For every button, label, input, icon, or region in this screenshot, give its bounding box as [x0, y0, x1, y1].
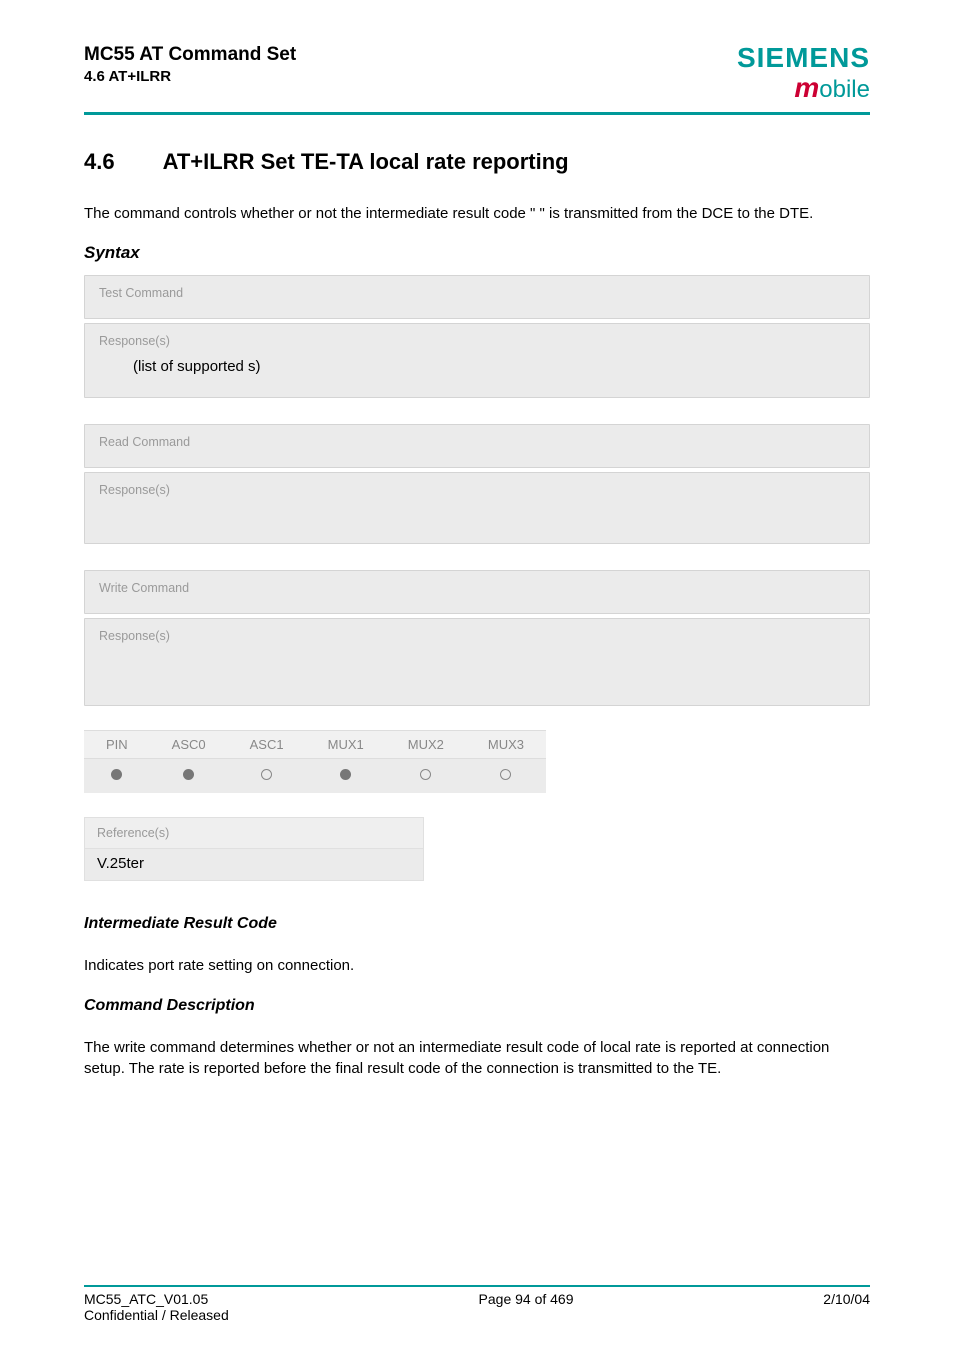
doc-title: MC55 AT Command Set	[84, 44, 296, 66]
col-asc0: ASC0	[150, 730, 228, 759]
col-asc1: ASC1	[228, 730, 306, 759]
dot-empty-icon	[500, 769, 511, 780]
reference-label: Reference(s)	[84, 817, 424, 849]
support-dot-row	[84, 759, 546, 793]
dot-fill-icon	[111, 769, 122, 780]
dot-empty-icon	[261, 769, 272, 780]
page-footer: MC55_ATC_V01.05 Confidential / Released …	[84, 1285, 870, 1323]
panel-write-response: Response(s)	[84, 618, 870, 706]
col-mux3: MUX3	[466, 730, 546, 759]
footer-right: 2/10/04	[823, 1291, 870, 1323]
panel-label-write-resp: Response(s)	[85, 619, 869, 705]
support-header-row: PIN ASC0 ASC1 MUX1 MUX2 MUX3	[84, 730, 546, 759]
header-left: MC55 AT Command Set 4.6 AT+ILRR	[84, 44, 296, 85]
doc-subtitle: 4.6 AT+ILRR	[84, 68, 296, 85]
dot-asc0	[150, 759, 228, 793]
panel-body-test-resp: (list of supported s)	[85, 350, 869, 397]
panel-label-test: Test Command	[85, 276, 869, 318]
support-table: PIN ASC0 ASC1 MUX1 MUX2 MUX3	[84, 730, 870, 793]
reference-body: V.25ter	[84, 849, 424, 881]
panel-test-command: Test Command	[84, 275, 870, 319]
cmddesc-body: The write command determines whether or …	[84, 1037, 870, 1081]
page-header: MC55 AT Command Set 4.6 AT+ILRR SIEMENS …	[84, 44, 870, 102]
panel-label-read-resp: Response(s)	[85, 473, 869, 543]
header-rule	[84, 112, 870, 115]
irc-heading: Intermediate Result Code	[84, 915, 870, 933]
col-mux2: MUX2	[386, 730, 466, 759]
panel-label-read: Read Command	[85, 425, 869, 467]
dot-mux3	[466, 759, 546, 793]
dot-asc1	[228, 759, 306, 793]
footer-left: MC55_ATC_V01.05 Confidential / Released	[84, 1291, 229, 1323]
section-title-text: AT+ILRR Set TE-TA local rate reporting	[163, 149, 569, 175]
panel-read-command: Read Command	[84, 424, 870, 468]
footer-left1: MC55_ATC_V01.05	[84, 1291, 229, 1307]
brand-block: SIEMENS mobile	[737, 44, 870, 102]
dot-pin	[84, 759, 150, 793]
support-table-el: PIN ASC0 ASC1 MUX1 MUX2 MUX3	[84, 730, 546, 793]
panel-label-test-resp: Response(s)	[85, 324, 869, 350]
col-mux1: MUX1	[306, 730, 386, 759]
dot-mux2	[386, 759, 466, 793]
footer-row: MC55_ATC_V01.05 Confidential / Released …	[84, 1291, 870, 1323]
dot-mux1	[306, 759, 386, 793]
col-pin: PIN	[84, 730, 150, 759]
section-heading: 4.6 AT+ILRR Set TE-TA local rate reporti…	[84, 149, 870, 175]
reference-block: Reference(s) V.25ter	[84, 817, 424, 881]
footer-rule	[84, 1285, 870, 1287]
panel-test-response: Response(s) (list of supported s)	[84, 323, 870, 398]
dot-fill-icon	[340, 769, 351, 780]
dot-fill-icon	[183, 769, 194, 780]
footer-left2: Confidential / Released	[84, 1307, 229, 1323]
irc-body: Indicates port rate setting on connectio…	[84, 955, 870, 977]
section-number: 4.6	[84, 149, 115, 175]
panel-read-response: Response(s)	[84, 472, 870, 544]
dot-empty-icon	[420, 769, 431, 780]
panel-label-write: Write Command	[85, 571, 869, 613]
panel-write-command: Write Command	[84, 570, 870, 614]
brand-sub-text: mobile	[737, 74, 870, 102]
cmddesc-heading: Command Description	[84, 997, 870, 1015]
intro-paragraph: The command controls whether or not the …	[84, 203, 870, 225]
syntax-heading: Syntax	[84, 243, 870, 263]
page-root: MC55 AT Command Set 4.6 AT+ILRR SIEMENS …	[0, 0, 954, 1351]
footer-center: Page 94 of 469	[479, 1291, 574, 1323]
brand-m-icon: m	[794, 72, 819, 103]
brand-logo-text: SIEMENS	[737, 44, 870, 72]
